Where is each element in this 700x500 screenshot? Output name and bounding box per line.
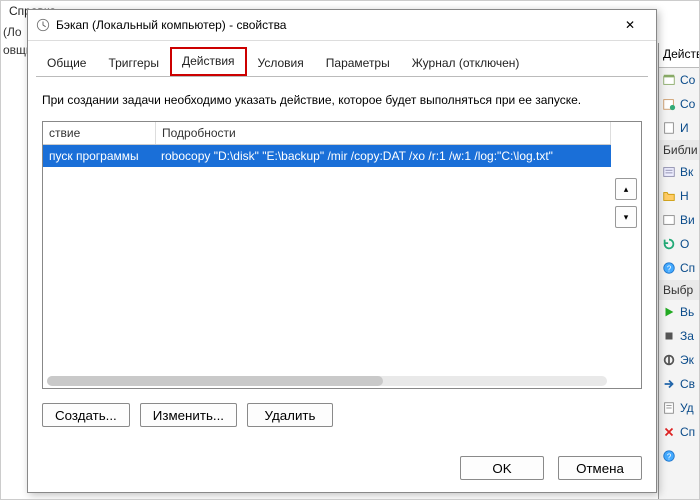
- action-label: Уд: [680, 401, 694, 415]
- bg-left-text-1: (Ло: [3, 25, 28, 43]
- export-icon: [662, 377, 676, 391]
- cell-action: пуск программы: [43, 145, 155, 167]
- task-new-icon: [662, 97, 676, 111]
- action-enable-history[interactable]: Вк: [659, 160, 699, 184]
- list-row-selected[interactable]: пуск программы robocopy "D:\disk" "E:\ba…: [43, 145, 611, 167]
- dialog-title: Бэкап (Локальный компьютер) - свойства: [56, 18, 612, 32]
- cancel-button[interactable]: Отмена: [558, 456, 642, 480]
- svg-text:?: ?: [667, 453, 672, 462]
- horizontal-scrollbar[interactable]: [47, 376, 607, 386]
- move-up-button[interactable]: ▴: [615, 178, 637, 200]
- cell-details: robocopy "D:\disk" "E:\backup" /mir /cop…: [155, 145, 611, 167]
- edit-action-button[interactable]: Изменить...: [140, 403, 237, 427]
- close-button[interactable]: ✕: [612, 13, 648, 37]
- tab-settings[interactable]: Параметры: [315, 50, 401, 76]
- actions-pane: Действ Со Со И Библи Вк Н Ви О: [658, 43, 699, 499]
- side-subheader-selected: Выбр: [659, 280, 699, 300]
- properties-icon: [662, 401, 676, 415]
- import-icon: [662, 121, 676, 135]
- action-refresh[interactable]: О: [659, 232, 699, 256]
- action-end[interactable]: За: [659, 324, 699, 348]
- action-create-task[interactable]: Со: [659, 92, 699, 116]
- action-label: Со: [680, 73, 695, 87]
- new-action-button[interactable]: Создать...: [42, 403, 130, 427]
- action-export[interactable]: Св: [659, 372, 699, 396]
- view-icon: [662, 213, 676, 227]
- action-properties[interactable]: Уд: [659, 396, 699, 420]
- task-icon: [662, 73, 676, 87]
- col-details[interactable]: Подробности: [156, 122, 611, 144]
- actions-pane-header: Действ: [659, 43, 699, 68]
- svg-text:?: ?: [667, 265, 672, 274]
- action-label: Эк: [680, 353, 694, 367]
- action-delete[interactable]: Сп: [659, 420, 699, 444]
- action-label: Сп: [680, 425, 695, 439]
- tab-history[interactable]: Журнал (отключен): [401, 50, 531, 76]
- tab-triggers[interactable]: Триггеры: [97, 50, 170, 76]
- actions-list-container: ствие Подробности пуск программы robocop…: [42, 121, 642, 389]
- action-create-basic[interactable]: Со: [659, 68, 699, 92]
- action-import[interactable]: И: [659, 116, 699, 140]
- action-label: Ви: [680, 213, 695, 227]
- tab-strip: Общие Триггеры Действия Условия Параметр…: [28, 41, 656, 76]
- action-label: Со: [680, 97, 695, 111]
- list-header: ствие Подробности: [43, 122, 611, 145]
- scrollbar-thumb[interactable]: [47, 376, 383, 386]
- action-label: Св: [680, 377, 695, 391]
- titlebar[interactable]: Бэкап (Локальный компьютер) - свойства ✕: [28, 10, 656, 41]
- actions-list[interactable]: ствие Подробности пуск программы robocop…: [43, 122, 611, 388]
- history-icon: [662, 165, 676, 179]
- side-subheader-library: Библи: [659, 140, 699, 160]
- task-properties-dialog: Бэкап (Локальный компьютер) - свойства ✕…: [27, 9, 657, 493]
- action-label: О: [680, 237, 689, 251]
- help-icon: ?: [662, 261, 676, 275]
- delete-action-button[interactable]: Удалить: [247, 403, 333, 427]
- disable-icon: [662, 353, 676, 367]
- action-run[interactable]: Вь: [659, 300, 699, 324]
- move-down-button[interactable]: ▾: [615, 206, 637, 228]
- tab-general[interactable]: Общие: [36, 50, 97, 76]
- ok-button[interactable]: OK: [460, 456, 544, 480]
- stop-icon: [662, 329, 676, 343]
- action-view[interactable]: Ви: [659, 208, 699, 232]
- action-label: Вь: [680, 305, 694, 319]
- action-help-1[interactable]: ? Сп: [659, 256, 699, 280]
- help-icon: ?: [662, 449, 676, 463]
- close-icon: ✕: [625, 18, 635, 32]
- delete-icon: [662, 425, 676, 439]
- action-label: Н: [680, 189, 689, 203]
- action-disable[interactable]: Эк: [659, 348, 699, 372]
- action-label: И: [680, 121, 689, 135]
- clock-icon: [36, 18, 50, 32]
- bg-left-text-2: овщи: [3, 43, 28, 61]
- col-action[interactable]: ствие: [43, 122, 156, 144]
- refresh-icon: [662, 237, 676, 251]
- tab-conditions[interactable]: Условия: [247, 50, 315, 76]
- action-new-folder[interactable]: Н: [659, 184, 699, 208]
- action-label: Сп: [680, 261, 695, 275]
- action-label: Вк: [680, 165, 693, 179]
- tab-actions[interactable]: Действия: [170, 47, 247, 76]
- action-label: За: [680, 329, 694, 343]
- action-help-2[interactable]: ?: [659, 444, 699, 468]
- folder-icon: [662, 189, 676, 203]
- play-icon: [662, 305, 676, 319]
- tab-description: При создании задачи необходимо указать д…: [42, 93, 642, 107]
